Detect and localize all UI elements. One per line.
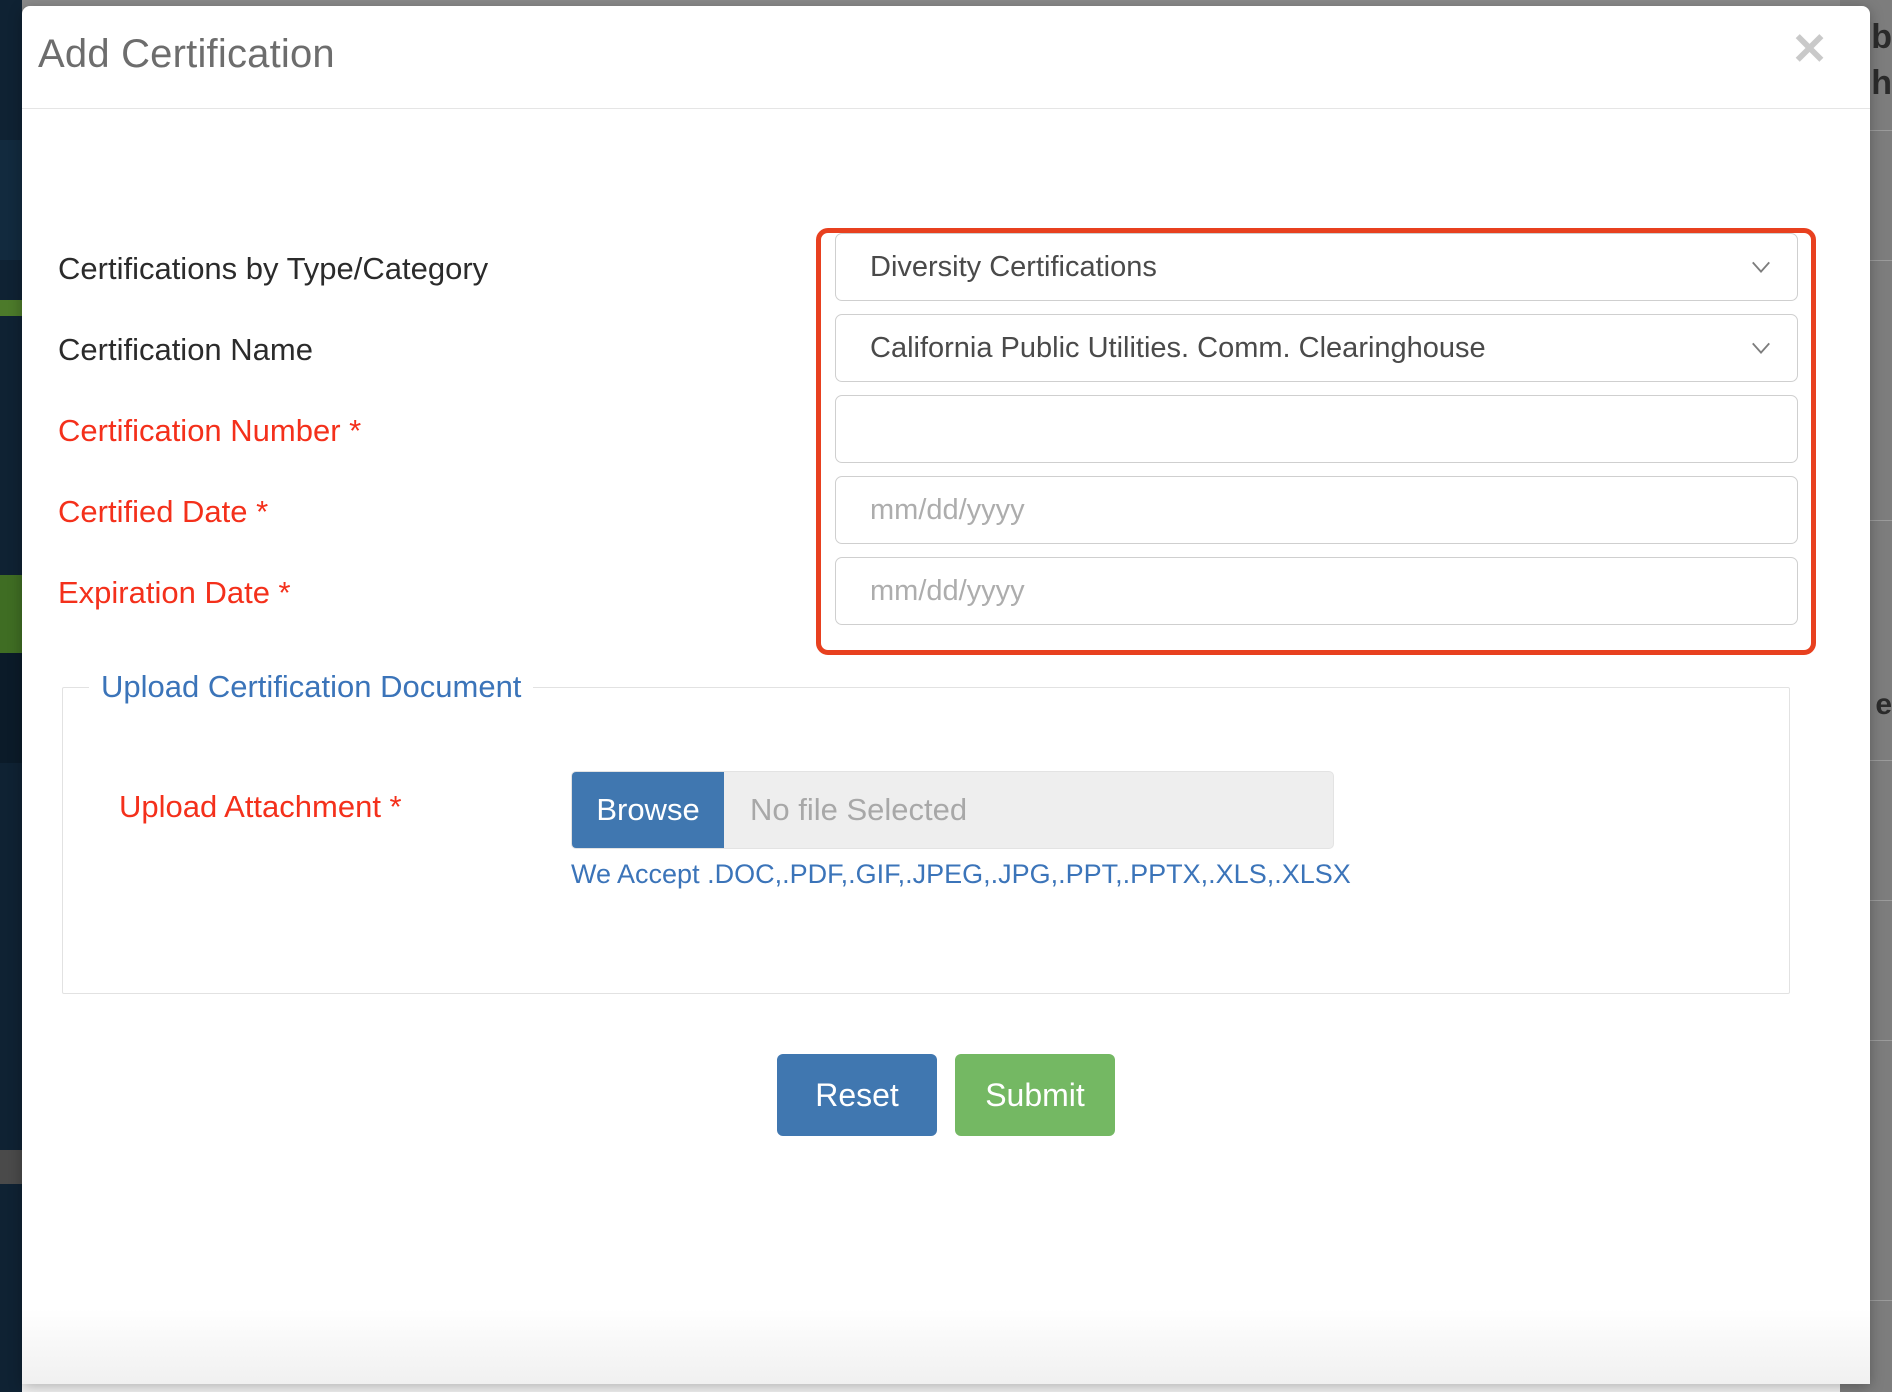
- submit-button[interactable]: Submit: [955, 1054, 1115, 1136]
- background-clipped-text-mid: h: [1871, 64, 1892, 103]
- label-certification-name: Certification Name: [58, 332, 313, 368]
- certification-name-select[interactable]: California Public Utilities. Comm. Clear…: [835, 314, 1798, 382]
- form-row-certified-date: Certified Date *: [22, 476, 1870, 556]
- field-expiration-date-wrapper: [835, 557, 1798, 625]
- certification-number-input[interactable]: [835, 395, 1798, 463]
- page-title: Add Certification: [38, 32, 335, 77]
- form-row-certification-number: Certification Number *: [22, 395, 1870, 475]
- upload-certification-document-section: Upload Certification Document Upload Att…: [62, 669, 1790, 994]
- field-certification-type-wrapper: Diversity Certifications: [835, 233, 1798, 301]
- form-actions: Reset Submit: [22, 1054, 1870, 1136]
- field-certified-date-wrapper: [835, 476, 1798, 544]
- field-certification-number-wrapper: [835, 395, 1798, 463]
- label-certification-number: Certification Number *: [58, 413, 361, 449]
- field-certification-name-wrapper: California Public Utilities. Comm. Clear…: [835, 314, 1798, 382]
- add-certification-modal: Add Certification ✕ Certifications by Ty…: [22, 6, 1870, 1384]
- form-row-expiration-date: Expiration Date *: [22, 557, 1870, 637]
- modal-header: Add Certification ✕: [22, 6, 1870, 109]
- form-row-certification-type: Certifications by Type/Category Diversit…: [22, 233, 1870, 313]
- label-expiration-date: Expiration Date *: [58, 575, 291, 611]
- browse-button[interactable]: Browse: [572, 772, 724, 848]
- certification-type-select[interactable]: Diversity Certifications: [835, 233, 1798, 301]
- close-icon[interactable]: ✕: [1791, 28, 1828, 72]
- label-certified-date: Certified Date *: [58, 494, 268, 530]
- reset-button[interactable]: Reset: [777, 1054, 937, 1136]
- label-upload-attachment: Upload Attachment *: [119, 789, 402, 825]
- expiration-date-input[interactable]: [835, 557, 1798, 625]
- selected-file-name: No file Selected: [724, 772, 1333, 848]
- certified-date-input[interactable]: [835, 476, 1798, 544]
- background-sidebar: [0, 0, 22, 1392]
- modal-body: Certifications by Type/Category Diversit…: [22, 109, 1870, 1269]
- modal-footer: [22, 1269, 1870, 1384]
- file-upload-control[interactable]: Browse No file Selected: [571, 771, 1334, 849]
- label-certification-type: Certifications by Type/Category: [58, 251, 488, 287]
- upload-section-legend: Upload Certification Document: [89, 669, 533, 705]
- form-row-certification-name: Certification Name California Public Uti…: [22, 314, 1870, 394]
- background-clipped-text-low: e: [1875, 688, 1892, 722]
- accepted-formats-note: We Accept .DOC,.PDF,.GIF,.JPEG,.JPG,.PPT…: [571, 859, 1351, 890]
